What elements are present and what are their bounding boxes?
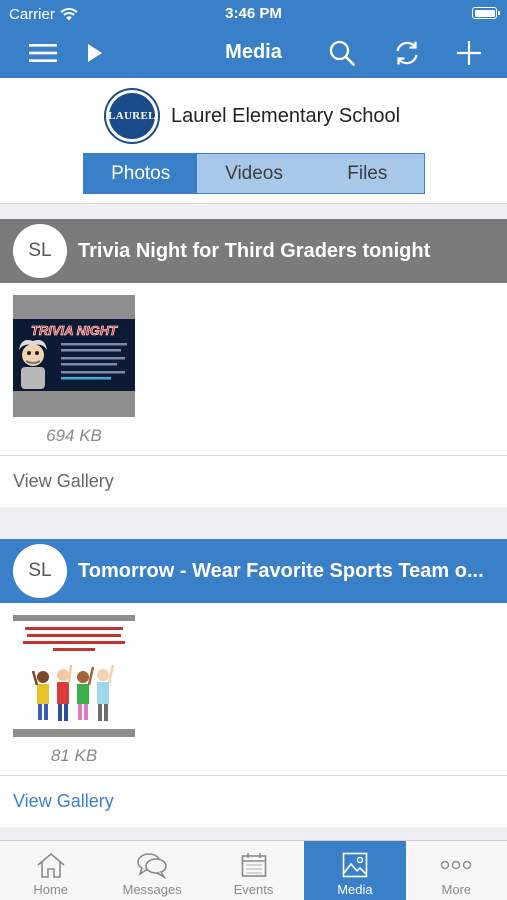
- top-bar: Carrier 3:46 PM Media: [0, 0, 507, 78]
- more-icon: [441, 860, 472, 870]
- media-post: SL Trivia Night for Third Graders tonigh…: [0, 219, 507, 507]
- media-post: SL Tomorrow - Wear Favorite Sports Team …: [0, 539, 507, 827]
- post-body: TRIVIA NIGHT 694 KB: [0, 283, 507, 455]
- tab-label: Home: [33, 882, 69, 897]
- photo-thumbnail[interactable]: TRIVIA NIGHT: [13, 295, 135, 417]
- school-identity: LAUREL Laurel Elementary School: [106, 90, 400, 142]
- home-icon: [37, 852, 65, 878]
- school-logo: LAUREL: [106, 90, 158, 142]
- refresh-icon: [396, 41, 418, 65]
- avatar: SL: [13, 224, 67, 278]
- photo-thumbnail[interactable]: [13, 615, 135, 737]
- school-logo-text: LAUREL: [108, 110, 156, 122]
- tab-more[interactable]: More: [406, 841, 507, 900]
- messages-icon: [137, 853, 167, 879]
- post-title: Trivia Night for Third Graders tonight: [78, 239, 431, 262]
- school-header: LAUREL Laurel Elementary School Photos V…: [0, 78, 507, 204]
- tab-media[interactable]: Media: [304, 841, 406, 900]
- post-title: Tomorrow - Wear Favorite Sports Team o..…: [78, 559, 484, 582]
- trivia-night-image: TRIVIA NIGHT: [13, 295, 135, 417]
- tab-events[interactable]: Events: [203, 841, 304, 900]
- sports-jersey-day-image: [13, 615, 135, 737]
- status-time: 3:46 PM: [225, 5, 282, 22]
- view-gallery-link[interactable]: View Gallery: [0, 775, 507, 827]
- svg-text:TRIVIA NIGHT: TRIVIA NIGHT: [31, 323, 118, 338]
- post-header[interactable]: SL Trivia Night for Third Graders tonigh…: [0, 219, 507, 283]
- calendar-icon: [241, 853, 266, 877]
- tab-bar: Home Messages Events Media More: [0, 840, 507, 900]
- page-title: Media: [225, 41, 282, 63]
- nav-row: Media: [0, 28, 507, 78]
- file-size: 81 KB: [50, 746, 98, 765]
- post-header[interactable]: SL Tomorrow - Wear Favorite Sports Team …: [0, 539, 507, 603]
- tab-label: Events: [233, 882, 274, 897]
- tab-label: Media: [337, 882, 373, 897]
- add-button[interactable]: [451, 36, 487, 70]
- status-bar: Carrier 3:46 PM: [0, 0, 507, 28]
- search-icon: [329, 40, 355, 66]
- avatar: SL: [13, 544, 67, 598]
- segment-photos[interactable]: Photos: [84, 154, 198, 193]
- battery-icon: [472, 7, 500, 19]
- refresh-button[interactable]: [389, 36, 425, 70]
- plus-icon: [457, 41, 481, 65]
- media-type-segmented-control: Photos Videos Files: [83, 153, 425, 194]
- view-gallery-link[interactable]: View Gallery: [0, 455, 507, 507]
- tab-messages[interactable]: Messages: [101, 841, 202, 900]
- school-name: Laurel Elementary School: [171, 104, 401, 127]
- tab-label: More: [441, 882, 472, 897]
- file-size: 694 KB: [46, 426, 102, 445]
- segment-videos[interactable]: Videos: [197, 154, 311, 193]
- segment-files[interactable]: Files: [310, 154, 424, 193]
- tab-home[interactable]: Home: [0, 841, 101, 900]
- post-body: 81 KB: [0, 603, 507, 775]
- tab-label: Messages: [122, 882, 182, 897]
- search-button[interactable]: [324, 36, 360, 70]
- image-icon: [342, 852, 368, 878]
